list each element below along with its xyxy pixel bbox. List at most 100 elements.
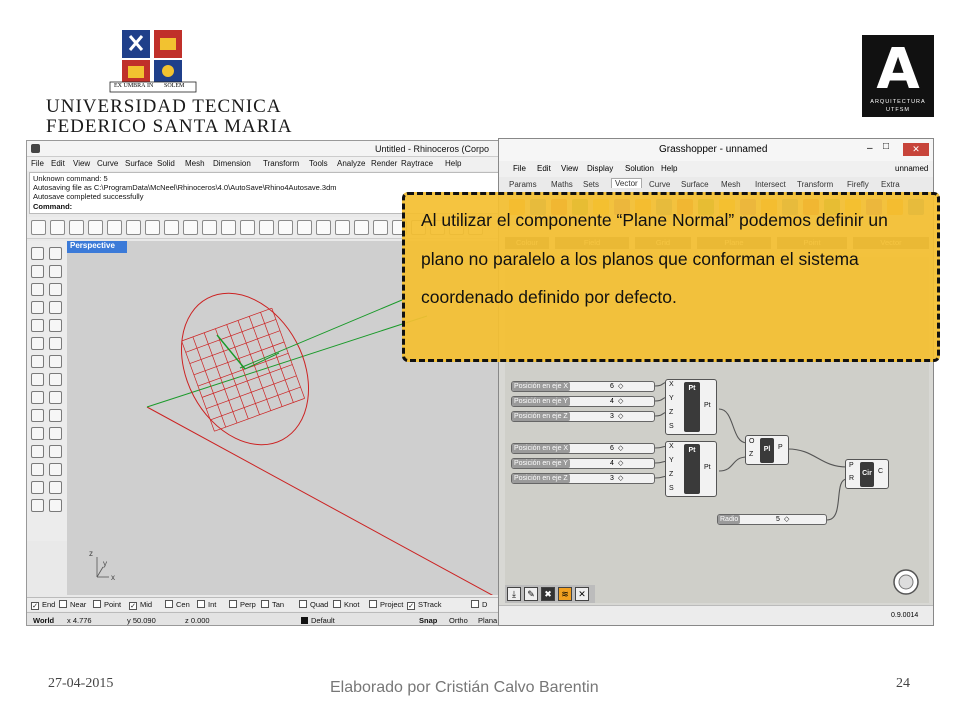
side-tool-icon[interactable] xyxy=(31,463,44,476)
side-tool-icon[interactable] xyxy=(49,319,62,332)
side-tool-icon[interactable] xyxy=(49,337,62,350)
gh-menu-item-help[interactable]: Help xyxy=(661,164,677,173)
side-tool-icon[interactable] xyxy=(31,319,44,332)
osnap-checkbox[interactable] xyxy=(197,600,205,608)
tab-transform[interactable]: Transform xyxy=(797,180,833,189)
osnap-end[interactable]: ✓ End xyxy=(31,600,55,610)
osnap-checkbox[interactable] xyxy=(165,600,173,608)
radius-slider[interactable]: Radio 5 ◇ xyxy=(717,514,827,525)
toolbar-tool-icon[interactable] xyxy=(335,220,350,235)
plane-normal-component[interactable]: Pl O Z P xyxy=(745,435,789,465)
menu-item-solid[interactable]: Solid xyxy=(157,159,175,168)
input-pin-plane[interactable]: P xyxy=(849,462,854,469)
menu-item-file[interactable]: File xyxy=(31,159,44,168)
tab-firefly[interactable]: Firefly xyxy=(847,180,869,189)
side-tool-icon[interactable] xyxy=(49,265,62,278)
toolbar-tool-icon[interactable] xyxy=(88,220,103,235)
input-pin-s[interactable]: S xyxy=(669,485,674,492)
output-pin-plane[interactable]: P xyxy=(778,444,783,451)
coordinate-slider[interactable]: Posición en eje X 6 ◇ xyxy=(511,381,655,392)
toolbar-tool-icon[interactable] xyxy=(145,220,160,235)
disable-icon[interactable]: ✖ xyxy=(541,587,555,601)
slider-grip-icon[interactable]: ◇ xyxy=(618,412,623,421)
input-pin-x[interactable]: X xyxy=(669,381,674,388)
menu-item-raytrace[interactable]: Raytrace xyxy=(401,159,433,168)
toolbar-tool-icon[interactable] xyxy=(31,220,46,235)
input-pin-z[interactable]: Z xyxy=(669,409,673,416)
osnap-tan[interactable]: Tan xyxy=(261,600,284,609)
osnap-checkbox[interactable] xyxy=(333,600,341,608)
construct-point-component[interactable]: Pt X Y Z S Pt xyxy=(665,441,717,497)
side-tool-icon[interactable] xyxy=(49,391,62,404)
side-tool-icon[interactable] xyxy=(31,391,44,404)
side-tool-icon[interactable] xyxy=(31,283,44,296)
side-tool-icon[interactable] xyxy=(31,355,44,368)
side-tool-icon[interactable] xyxy=(49,247,62,260)
side-tool-icon[interactable] xyxy=(49,481,62,494)
toolbar-tool-icon[interactable] xyxy=(107,220,122,235)
output-pin-circle[interactable]: C xyxy=(878,468,883,475)
construct-point-component[interactable]: Pt X Y Z S Pt xyxy=(665,379,717,435)
ortho-toggle[interactable]: Ortho xyxy=(449,616,468,625)
osnap-checkbox[interactable]: ✓ xyxy=(31,602,39,610)
osnap-checkbox[interactable] xyxy=(471,600,479,608)
navigation-compass-icon[interactable] xyxy=(891,567,921,597)
side-tool-icon[interactable] xyxy=(31,409,44,422)
rhino-titlebar[interactable]: Untitled - Rhinoceros (Corpo xyxy=(27,141,501,157)
circle-component[interactable]: Cir P R C xyxy=(845,459,889,489)
side-tool-icon[interactable] xyxy=(31,499,44,512)
tab-params[interactable]: Params xyxy=(509,180,537,189)
tab-maths[interactable]: Maths xyxy=(551,180,573,189)
command-prompt[interactable]: Command: xyxy=(33,202,72,211)
slider-grip-icon[interactable]: ◇ xyxy=(784,515,789,524)
coordinate-slider[interactable]: Posición en eje Z 3 ◇ xyxy=(511,411,655,422)
input-pin-s[interactable]: S xyxy=(669,423,674,430)
osnap-checkbox[interactable]: ✓ xyxy=(407,602,415,610)
viewport-tab[interactable]: Perspective xyxy=(67,241,127,253)
side-tool-icon[interactable] xyxy=(31,247,44,260)
toolbar-tool-icon[interactable] xyxy=(240,220,255,235)
side-tool-icon[interactable] xyxy=(31,337,44,350)
close-icon[interactable]: ✕ xyxy=(903,143,929,156)
side-tool-icon[interactable] xyxy=(49,301,62,314)
toolbar-tool-icon[interactable] xyxy=(202,220,217,235)
side-tool-icon[interactable] xyxy=(49,355,62,368)
toolbar-tool-icon[interactable] xyxy=(69,220,84,235)
tab-curve[interactable]: Curve xyxy=(649,180,670,189)
toolbar-tool-icon[interactable] xyxy=(50,220,65,235)
toolbar-tool-icon[interactable] xyxy=(259,220,274,235)
osnap-point[interactable]: Point xyxy=(93,600,121,609)
osnap-cen[interactable]: Cen xyxy=(165,600,190,609)
maximize-icon[interactable]: □ xyxy=(883,141,889,152)
input-pin-normal[interactable]: Z xyxy=(749,451,753,458)
output-pin-pt[interactable]: Pt xyxy=(704,464,711,471)
side-tool-icon[interactable] xyxy=(49,445,62,458)
osnap-checkbox[interactable] xyxy=(93,600,101,608)
menu-item-dimension[interactable]: Dimension xyxy=(213,159,251,168)
osnap-quad[interactable]: Quad xyxy=(299,600,328,609)
gh-menu-item-view[interactable]: View xyxy=(561,164,578,173)
osnap-checkbox[interactable] xyxy=(299,600,307,608)
toolbar-tool-icon[interactable] xyxy=(278,220,293,235)
toolbar-tool-icon[interactable] xyxy=(354,220,369,235)
input-pin-x[interactable]: X xyxy=(669,443,674,450)
side-tool-icon[interactable] xyxy=(31,373,44,386)
tab-mesh[interactable]: Mesh xyxy=(721,180,741,189)
osnap-int[interactable]: Int xyxy=(197,600,216,609)
gh-menu-item-edit[interactable]: Edit xyxy=(537,164,551,173)
menu-item-edit[interactable]: Edit xyxy=(51,159,65,168)
osnap-strack[interactable]: ✓ STrack xyxy=(407,600,441,610)
menu-item-transform[interactable]: Transform xyxy=(263,159,299,168)
output-pin-pt[interactable]: Pt xyxy=(704,402,711,409)
minimize-icon[interactable]: – xyxy=(867,143,873,154)
toolbar-tool-icon[interactable] xyxy=(316,220,331,235)
input-pin-z[interactable]: Z xyxy=(669,471,673,478)
toolbar-tool-icon[interactable] xyxy=(221,220,236,235)
brush-icon[interactable]: ✎ xyxy=(524,587,538,601)
coordinate-slider[interactable]: Posición en eje X 6 ◇ xyxy=(511,443,655,454)
status-layer[interactable]: Default xyxy=(311,616,335,625)
menu-item-tools[interactable]: Tools xyxy=(309,159,328,168)
bake-icon[interactable]: ⤓ xyxy=(507,587,521,601)
coordinate-slider[interactable]: Posición en eje Z 3 ◇ xyxy=(511,473,655,484)
toolbar-tool-icon[interactable] xyxy=(126,220,141,235)
